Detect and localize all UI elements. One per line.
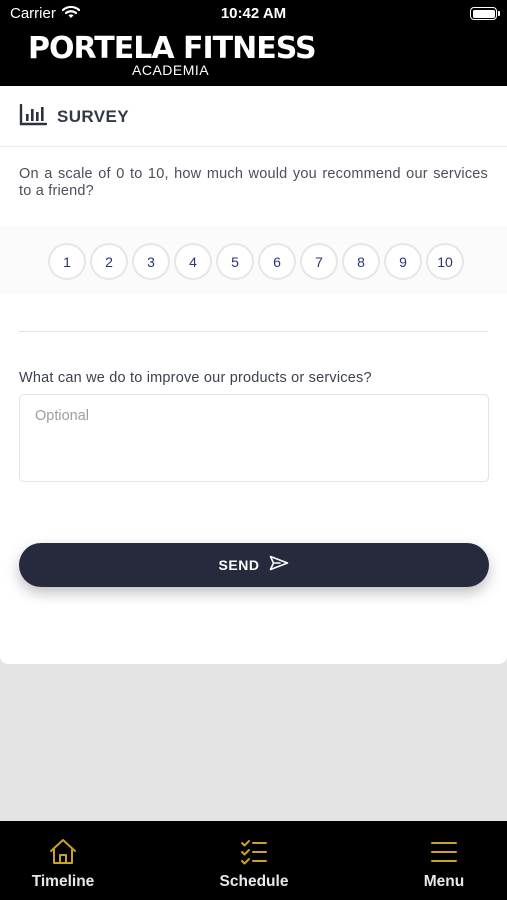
tab-schedule-label: Schedule: [219, 873, 289, 890]
paper-plane-icon: [269, 555, 289, 576]
rating-scale: 1 2 3 4 5 6 7 8 9 10: [48, 243, 464, 280]
rating-option-2[interactable]: 2: [90, 243, 128, 280]
divider: [19, 331, 488, 332]
send-button[interactable]: SEND: [19, 543, 489, 587]
improve-question: What can we do to improve our products o…: [19, 370, 372, 386]
survey-title: SURVEY: [57, 107, 130, 126]
hamburger-icon: [431, 842, 457, 862]
rating-option-6[interactable]: 6: [258, 243, 296, 280]
battery-icon: [470, 7, 500, 20]
feedback-input[interactable]: [19, 394, 489, 482]
rating-option-10[interactable]: 10: [426, 243, 464, 280]
survey-card: SURVEY On a scale of 0 to 10, how much w…: [0, 86, 507, 664]
rating-option-3[interactable]: 3: [132, 243, 170, 280]
brand-subtitle: ACADEMIA: [132, 62, 210, 78]
bar-chart-icon: [19, 103, 48, 131]
tab-bar: Timeline Schedule Menu: [0, 821, 507, 900]
tab-timeline[interactable]: Timeline: [0, 821, 133, 900]
survey-header: SURVEY: [0, 86, 507, 147]
send-label: SEND: [218, 557, 260, 573]
rating-option-4[interactable]: 4: [174, 243, 212, 280]
rating-option-1[interactable]: 1: [48, 243, 86, 280]
status-time: 10:42 AM: [220, 5, 287, 22]
app-header: PORTELA FITNESS ACADEMIA: [0, 30, 507, 86]
recommend-question: On a scale of 0 to 10, how much would yo…: [19, 166, 488, 199]
home-icon: [50, 839, 76, 864]
tab-menu[interactable]: Menu: [374, 821, 507, 900]
rating-option-8[interactable]: 8: [342, 243, 380, 280]
rating-option-5[interactable]: 5: [216, 243, 254, 280]
rating-option-7[interactable]: 7: [300, 243, 338, 280]
checklist-icon: [241, 840, 267, 865]
rating-option-9[interactable]: 9: [384, 243, 422, 280]
brand-logo: PORTELA FITNESS ACADEMIA: [28, 31, 317, 77]
tab-schedule[interactable]: Schedule: [184, 821, 324, 900]
status-bar: Carrier 10:42 AM: [0, 0, 507, 30]
tab-timeline-label: Timeline: [31, 873, 95, 890]
tab-menu-label: Menu: [423, 873, 465, 890]
